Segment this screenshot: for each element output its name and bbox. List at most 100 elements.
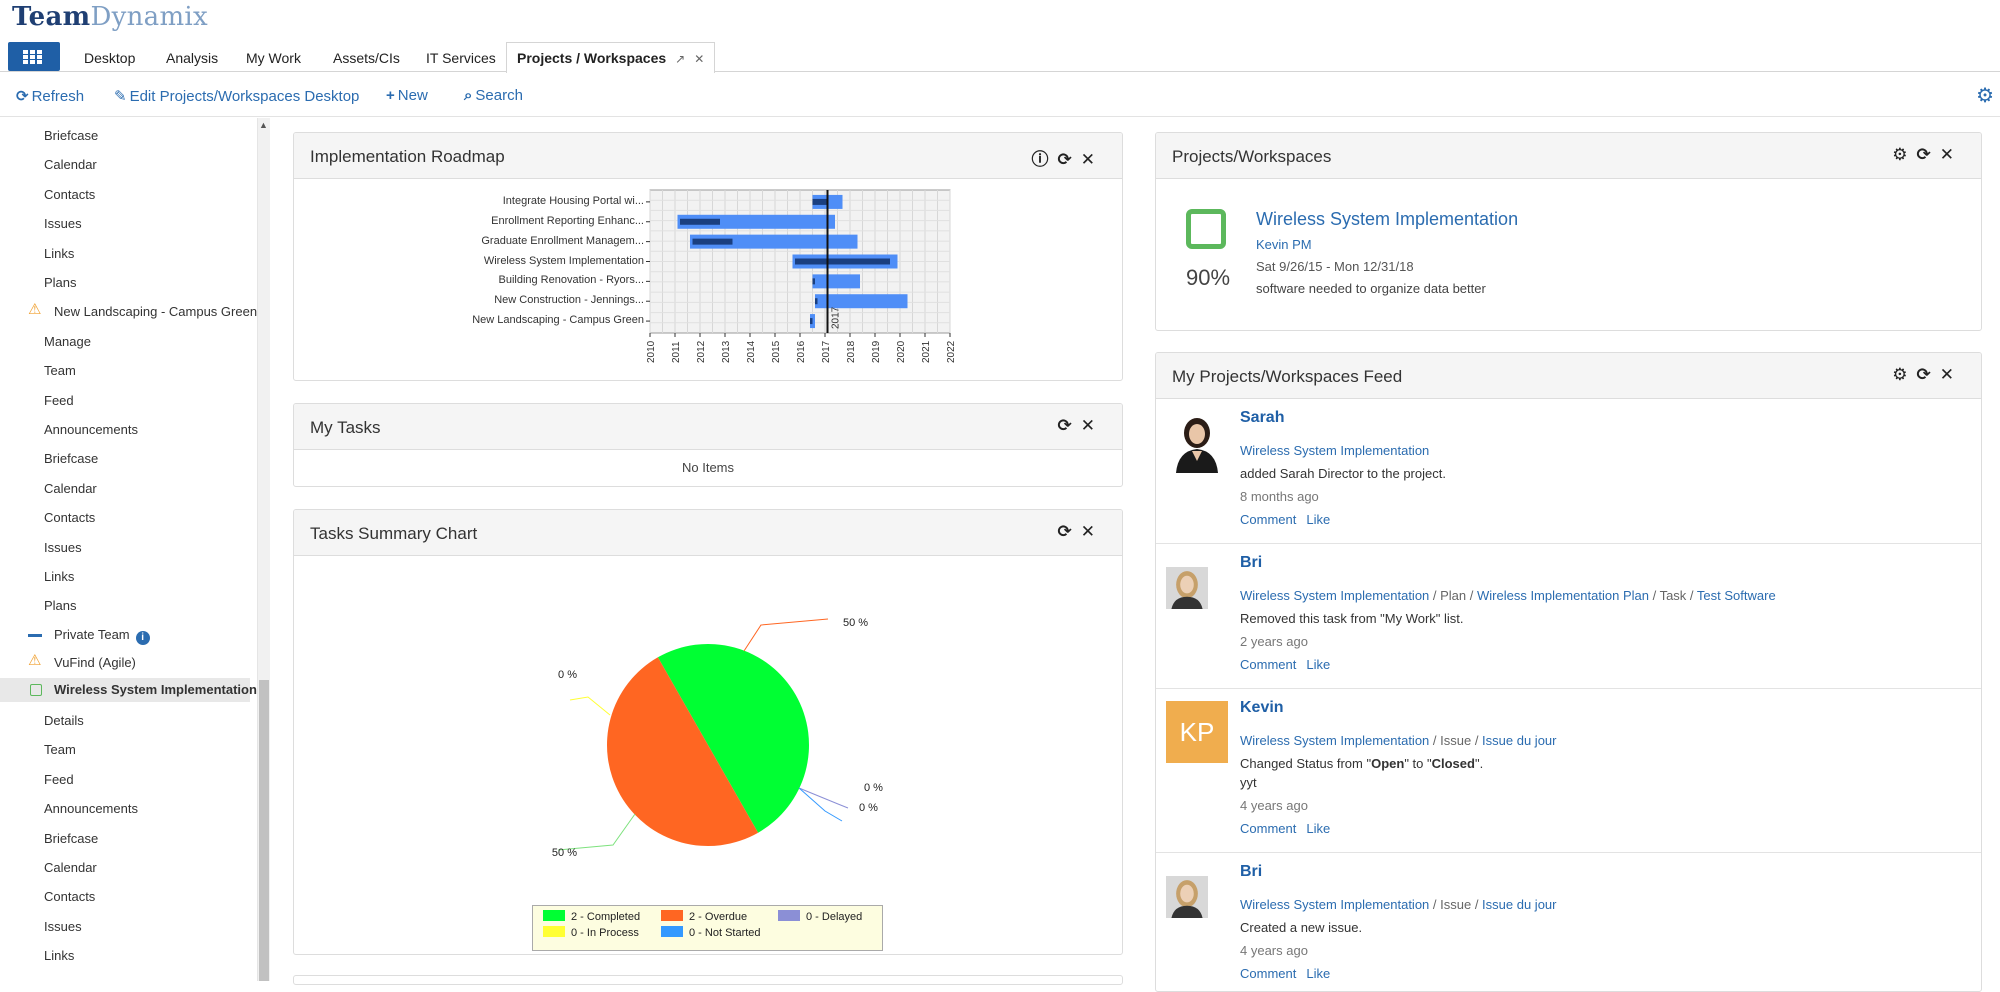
gear-icon[interactable]: ⚙ [1892,145,1916,164]
sidebar-item-feed[interactable]: Feed [44,772,74,787]
info-icon[interactable]: ⓘ [1032,150,1058,169]
user-avatar[interactable] [1166,556,1208,620]
popout-icon[interactable]: ↗ [675,52,685,66]
sidebar-item-briefcase[interactable]: Briefcase [44,831,98,846]
sidebar-item-contacts[interactable]: Contacts [44,889,95,904]
sidebar-item-announcements[interactable]: Announcements [44,801,138,816]
sidebar-project-new-landscaping[interactable]: New Landscaping - Campus Green [54,304,257,319]
gantt-actual-bar[interactable] [812,198,828,205]
sidebar-item-calendar[interactable]: Calendar [44,481,97,496]
gantt-planned-bar[interactable] [812,274,861,289]
gantt-actual-bar[interactable] [815,298,818,305]
tab-analysis[interactable]: Analysis [166,50,218,66]
project-link[interactable]: Wireless System Implementation [1240,897,1429,912]
refresh-icon[interactable]: ⟳ [1058,150,1081,169]
search-button[interactable]: ⌕ Search [464,87,523,104]
gantt-actual-bar[interactable] [812,278,816,285]
sidebar-item-issues[interactable]: Issues [44,216,82,231]
sidebar-item-links[interactable]: Links [44,948,74,963]
feed-user-name[interactable]: Kevin [1240,699,1284,717]
sidebar-item-links[interactable]: Links [44,246,74,261]
refresh-icon[interactable]: ⟳ [1058,416,1081,435]
edit-desktop-button[interactable]: ✎ Edit Projects/Workspaces Desktop [114,87,359,105]
sidebar-item-contacts[interactable]: Contacts [44,187,95,202]
legend-entry[interactable]: 0 - Not Started [661,926,761,939]
plan-link[interactable]: Wireless Implementation Plan [1477,588,1649,603]
refresh-icon[interactable]: ⟳ [1917,365,1940,384]
issue-link[interactable]: Issue du jour [1482,897,1556,912]
desktop-settings-gear-icon[interactable]: ⚙ [1976,83,1994,108]
tab-desktop[interactable]: Desktop [84,50,135,66]
project-name-link[interactable]: Wireless System Implementation [1256,209,1518,230]
gear-icon[interactable]: ⚙ [1892,365,1916,384]
feed-user-name[interactable]: Sarah [1240,409,1284,427]
gantt-actual-bar[interactable] [692,238,733,245]
comment-link[interactable]: Comment [1240,512,1296,527]
sidebar-scroll-thumb[interactable] [259,680,269,981]
legend-entry[interactable]: 0 - In Process [543,926,639,939]
gantt-actual-bar[interactable] [680,218,720,225]
legend-entry[interactable]: 2 - Overdue [661,910,747,923]
user-avatar[interactable] [1166,411,1228,473]
user-avatar[interactable] [1166,865,1208,929]
tab-projects-workspaces[interactable]: Projects / Workspaces ↗ ✕ [506,42,716,73]
refresh-icon[interactable]: ⟳ [1917,145,1940,164]
tab-my-work[interactable]: My Work [246,50,301,66]
sidebar-item-calendar[interactable]: Calendar [44,157,97,172]
sidebar-item-announcements[interactable]: Announcements [44,422,138,437]
feed-user-name[interactable]: Bri [1240,554,1262,572]
like-link[interactable]: Like [1306,966,1330,981]
panel-controls: ⟳✕ [1058,522,1105,542]
project-link[interactable]: Wireless System Implementation [1240,443,1429,458]
close-icon[interactable]: ✕ [1081,416,1104,435]
sidebar-item-issues[interactable]: Issues [44,540,82,555]
new-button[interactable]: + New [386,87,428,104]
sidebar-item-team[interactable]: Team [44,363,76,378]
comment-link[interactable]: Comment [1240,821,1296,836]
like-link[interactable]: Like [1306,657,1330,672]
sidebar-item-plans[interactable]: Plans [44,598,77,613]
like-link[interactable]: Like [1306,512,1330,527]
tab-it-services[interactable]: IT Services [426,50,496,66]
teamdynamix-logo[interactable]: TeamDynamix [12,2,208,32]
sidebar-item-links[interactable]: Links [44,569,74,584]
close-tab-icon[interactable]: ✕ [694,52,704,66]
legend-entry[interactable]: 0 - Delayed [778,910,862,923]
sidebar-item-details[interactable]: Details [44,713,84,728]
project-link[interactable]: Wireless System Implementation [1240,588,1429,603]
gantt-actual-bar[interactable] [795,258,890,265]
task-link[interactable]: Test Software [1697,588,1776,603]
sidebar-project-private-team[interactable]: Private Team i [54,627,150,645]
comment-link[interactable]: Comment [1240,966,1296,981]
sidebar-item-plans[interactable]: Plans [44,275,77,290]
feed-user-name[interactable]: Bri [1240,863,1262,881]
gantt-planned-bar[interactable] [815,294,908,309]
close-icon[interactable]: ✕ [1081,150,1104,169]
gantt-actual-bar[interactable] [810,318,813,325]
sidebar-item-team[interactable]: Team [44,742,76,757]
tab-assets-cis[interactable]: Assets/CIs [333,50,400,66]
comment-link[interactable]: Comment [1240,657,1296,672]
scroll-up-arrow-icon[interactable]: ▲ [259,120,268,130]
user-avatar-initials[interactable]: KP [1166,701,1228,763]
sidebar-project-vufind[interactable]: VuFind (Agile) [54,655,136,670]
sidebar-item-manage[interactable]: Manage [44,334,91,349]
sidebar-item-issues[interactable]: Issues [44,919,82,934]
refresh-icon[interactable]: ⟳ [1058,522,1081,541]
close-icon[interactable]: ✕ [1940,365,1963,384]
close-icon[interactable]: ✕ [1081,522,1104,541]
project-link[interactable]: Wireless System Implementation [1240,733,1429,748]
sidebar-item-briefcase[interactable]: Briefcase [44,451,98,466]
project-manager-link[interactable]: Kevin PM [1256,237,1312,252]
close-icon[interactable]: ✕ [1940,145,1963,164]
sidebar-item-feed[interactable]: Feed [44,393,74,408]
like-link[interactable]: Like [1306,821,1330,836]
sidebar-item-calendar[interactable]: Calendar [44,860,97,875]
issue-link[interactable]: Issue du jour [1482,733,1556,748]
sidebar-item-briefcase[interactable]: Briefcase [44,128,98,143]
refresh-button[interactable]: ⟳ Refresh [16,87,84,105]
legend-entry[interactable]: 2 - Completed [543,910,640,923]
info-icon[interactable]: i [135,630,150,645]
app-menu-button[interactable] [8,42,60,71]
sidebar-item-contacts[interactable]: Contacts [44,510,95,525]
